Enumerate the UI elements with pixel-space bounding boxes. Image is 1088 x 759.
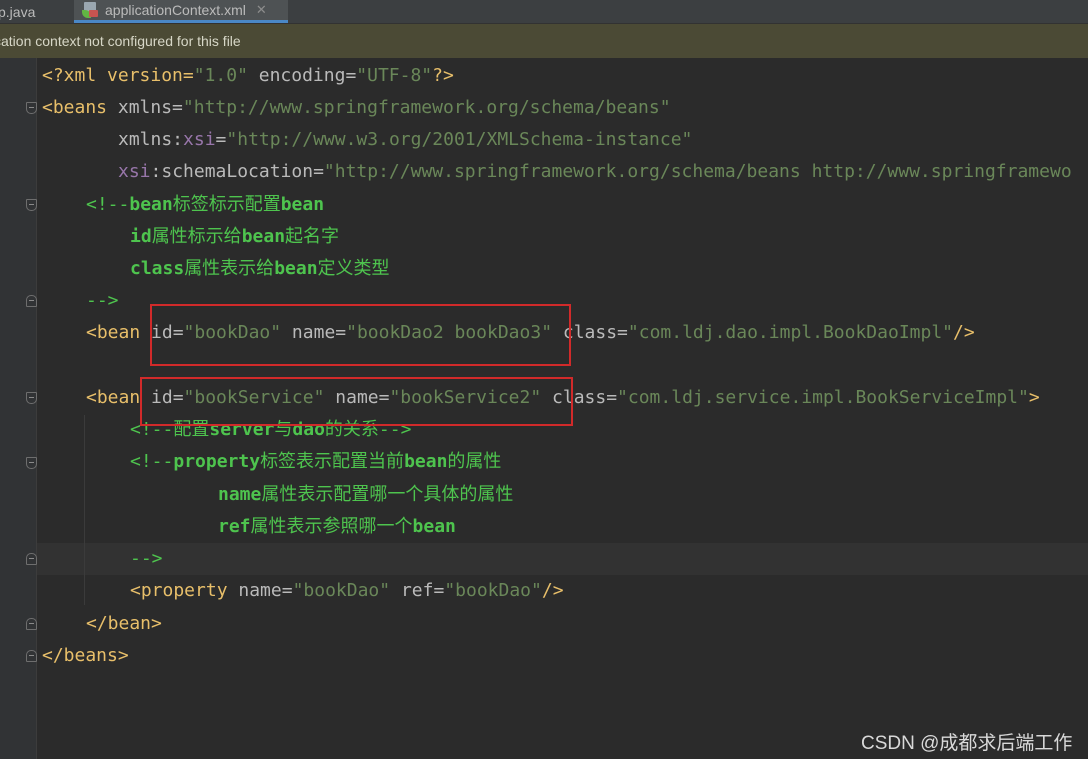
ide-window: p.java applicationContext.xml ✕ cation c… <box>0 0 1088 759</box>
code-token: <bean <box>86 322 141 343</box>
code-token: bean <box>129 194 173 215</box>
highlight-box-bookdao-id-name <box>150 304 571 366</box>
code-token: bean <box>280 194 325 215</box>
code-line-14: ref属性表示参照哪一个bean <box>218 511 456 543</box>
code-line-6: id属性标示给bean起名字 <box>130 221 339 253</box>
code-token: "http://www.springframework.org/schema/b… <box>182 97 671 118</box>
code-token: </beans> <box>42 645 129 666</box>
code-token: xsi <box>183 129 216 150</box>
code-token: 属性标示给 <box>151 226 242 247</box>
code-token: bean <box>274 258 318 279</box>
code-token: <!-- <box>130 451 174 472</box>
code-token: 属性表示给 <box>184 258 275 279</box>
indent-guide <box>84 415 85 605</box>
code-token: "com.ldj.service.impl.BookServiceImpl" <box>617 387 1029 408</box>
code-line-4: xsi:schemaLocation="http://www.springfra… <box>118 156 1072 188</box>
code-line-13: name属性表示配置哪一个具体的属性 <box>218 479 513 511</box>
code-token: ?> <box>432 65 454 86</box>
csdn-watermark: CSDN @成都求后端工作 <box>861 733 1073 754</box>
code-token: --> <box>86 290 119 311</box>
code-line-8: --> <box>86 285 119 317</box>
highlight-box-bookservice-id-name <box>140 377 573 426</box>
code-token: "http://www.w3.org/2001/XMLSchema-instan… <box>226 129 693 150</box>
code-token: 的属性 <box>447 451 502 472</box>
code-line-12: <!--property标签表示配置当前bean的属性 <box>130 446 501 478</box>
code-token: "com.ldj.dao.impl.BookDaoImpl" <box>627 322 953 343</box>
code-token: "http://www.springframework.org/schema/b… <box>323 161 1072 182</box>
code-token: "bookDao" <box>444 580 542 601</box>
code-line-3: xmlns:xsi="http://www.w3.org/2001/XMLSch… <box>118 124 692 156</box>
code-token: "UTF-8" <box>356 65 433 86</box>
code-token: name= <box>227 580 293 601</box>
code-token: xmlns: <box>118 129 184 150</box>
code-token: </bean> <box>86 613 162 634</box>
code-token: --> <box>130 548 163 569</box>
code-token: id <box>130 226 152 247</box>
code-token: xsi <box>118 161 151 182</box>
code-token: 标签标示配置 <box>172 194 281 215</box>
code-token: property <box>173 451 261 472</box>
code-line-1: <?xml version="1.0" encoding="UTF-8"?> <box>42 60 454 92</box>
code-line-18: </beans> <box>42 640 129 672</box>
code-line-17: </bean> <box>86 608 162 640</box>
code-token: > <box>1028 387 1040 408</box>
code-token: /> <box>541 580 564 601</box>
code-token: bean <box>404 451 448 472</box>
code-token: name <box>218 484 262 505</box>
code-token: 属性表示参照哪一个 <box>250 516 413 537</box>
code-token: encoding= <box>247 65 357 86</box>
code-line-5: <!--bean标签标示配置bean <box>86 189 324 221</box>
code-token: <!-- <box>86 194 130 215</box>
code-token: bean <box>412 516 456 537</box>
code-token: xmlns= <box>107 97 183 118</box>
code-token: 起名字 <box>285 226 340 247</box>
code-token: "1.0" <box>193 65 248 86</box>
code-token: <bean <box>86 387 141 408</box>
code-line-15: --> <box>130 543 163 575</box>
code-token: bean <box>241 226 286 247</box>
code-editor[interactable]: <?xml version="1.0" encoding="UTF-8"?> <… <box>0 0 1088 759</box>
code-token: "bookDao" <box>292 580 391 601</box>
code-token: class <box>130 258 185 279</box>
code-token: 属性表示配置哪一个具体的属性 <box>261 484 514 505</box>
code-token: <beans <box>42 97 108 118</box>
code-token: <property <box>130 580 228 601</box>
code-line-16: <property name="bookDao" ref="bookDao"/> <box>130 575 564 607</box>
code-token: :schemaLocation= <box>150 161 324 182</box>
current-line-highlight <box>37 543 1088 575</box>
code-token: ref= <box>390 580 445 601</box>
code-token: 标签表示配置当前 <box>260 451 405 472</box>
code-token: ref <box>218 516 251 537</box>
code-line-7: class属性表示给bean定义类型 <box>130 253 390 285</box>
code-token: /> <box>953 322 975 343</box>
code-line-2: <beans xmlns="http://www.springframework… <box>42 92 671 124</box>
code-token: = <box>215 129 227 150</box>
code-token: <?xml version= <box>42 65 194 86</box>
code-token: 定义类型 <box>317 258 390 279</box>
